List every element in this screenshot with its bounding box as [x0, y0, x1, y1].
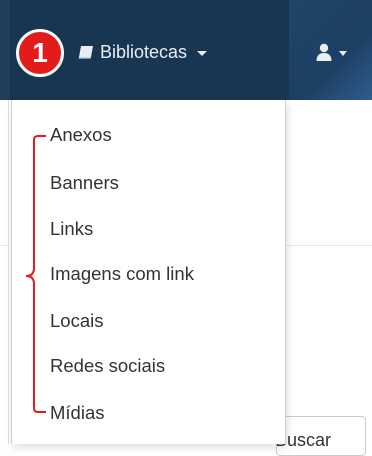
page-edge — [8, 100, 9, 444]
chevron-down-icon — [197, 50, 208, 56]
menu-item-banners[interactable]: Banners — [50, 168, 119, 198]
menu-item-redes-sociais[interactable]: Redes sociais — [50, 351, 165, 381]
menu-item-links[interactable]: Links — [50, 214, 93, 244]
menu-item-locais[interactable]: Locais — [50, 306, 103, 336]
navbar-edge — [0, 0, 10, 100]
menu-item-anexos[interactable]: Anexos — [50, 120, 112, 150]
chevron-down-icon — [339, 50, 347, 56]
user-menu-toggle[interactable] — [314, 40, 347, 64]
bibliotecas-label: Bibliotecas — [100, 41, 188, 62]
menu-item-midias[interactable]: Mídias — [50, 398, 105, 428]
user-icon — [316, 43, 332, 61]
book-icon — [78, 46, 93, 59]
step-number-badge: 1 — [16, 29, 64, 77]
search-button[interactable]: Buscar — [276, 416, 366, 456]
bibliotecas-dropdown-toggle[interactable]: Bibliotecas — [78, 34, 208, 70]
menu-item-imagens-com-link[interactable]: Imagens com link — [50, 259, 194, 289]
bibliotecas-dropdown-menu: Anexos Banners Links Imagens com link Lo… — [11, 100, 286, 444]
